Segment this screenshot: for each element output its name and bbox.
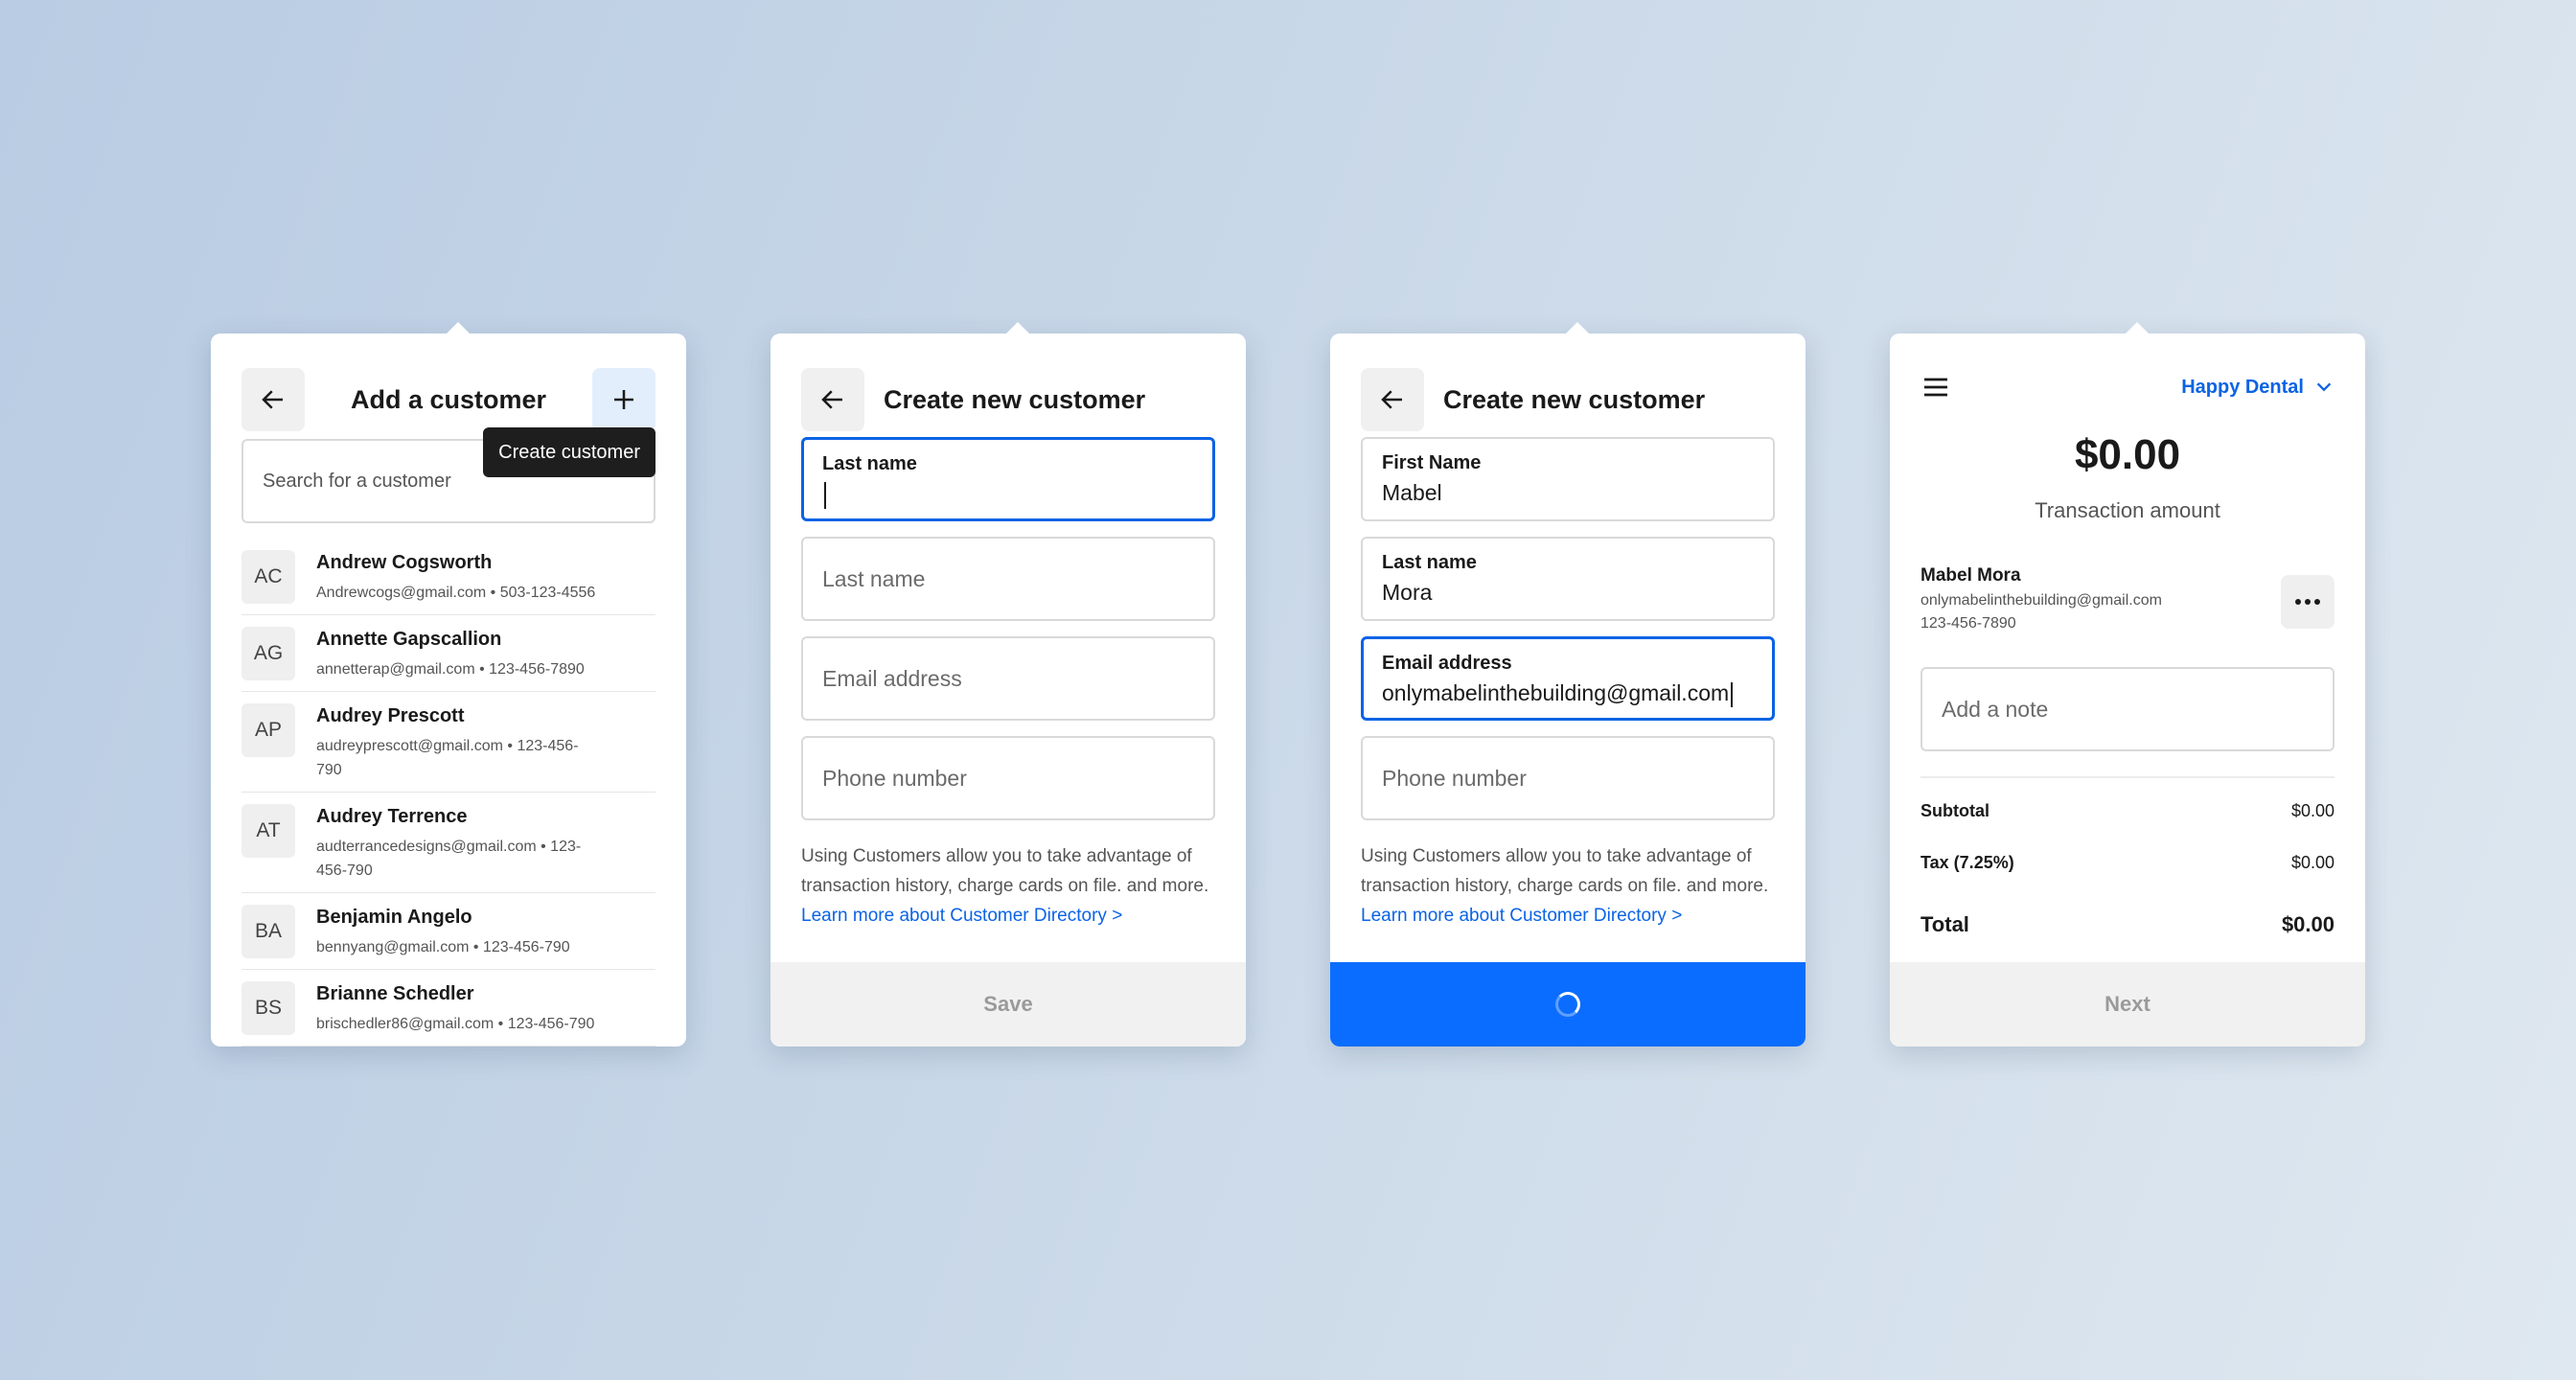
field-placeholder: Last name (822, 566, 926, 591)
business-name: Happy Dental (2181, 376, 2304, 398)
phone-field[interactable]: Phone number (801, 736, 1215, 820)
info-body: Using Customers allow you to take advant… (1361, 846, 1769, 896)
last-name-field[interactable]: Last name (801, 537, 1215, 621)
total-row: Total $0.00 (1920, 912, 2334, 937)
list-item[interactable]: AC Andrew Cogsworth Andrewcogs@gmail.com… (242, 539, 656, 615)
next-button[interactable]: Next (1890, 962, 2365, 1046)
field-placeholder: Add a note (1942, 697, 2049, 722)
more-icon (2295, 599, 2320, 605)
email-field[interactable]: Email address onlymabelinthebuilding@gma… (1361, 636, 1775, 721)
save-button[interactable]: Save (770, 962, 1246, 1046)
email-value: onlymabelinthebuilding@gmail.com (1382, 680, 1730, 705)
create-customer-panel-empty: Create new customer Last name Last name … (770, 322, 1246, 1046)
field-placeholder: Phone number (822, 766, 967, 791)
customer-name: Mabel Mora (1920, 565, 2021, 586)
hamburger-icon[interactable] (1920, 372, 1951, 402)
customer-phone: 123-456-7890 (1920, 615, 2016, 632)
plus-icon (614, 390, 633, 409)
list-item[interactable]: AG Annette Gapscallion annetterap@gmail.… (242, 615, 656, 692)
back-button[interactable] (801, 368, 864, 431)
text-caret (1731, 681, 1734, 707)
selected-customer: Mabel Mora onlymabelinthebuilding@gmail.… (1920, 565, 2162, 632)
add-customer-panel: Add a customer Search for a customer Cre… (211, 322, 686, 1046)
info-body: Using Customers allow you to take advant… (801, 846, 1209, 896)
customer-detail: audreyprescott@gmail.com • 123-456-790 (316, 738, 579, 778)
field-label: Last name (822, 453, 917, 474)
customer-name: Audrey Terrence (316, 806, 468, 827)
customer-detail: bennyang@gmail.com • 123-456-790 (316, 939, 570, 955)
tax-label: Tax (7.25%) (1920, 853, 2014, 872)
business-selector[interactable]: Happy Dental (2181, 368, 2334, 406)
tax-value: $0.00 (2290, 853, 2334, 872)
avatar: AG (242, 627, 295, 680)
field-value: Mabel (1382, 480, 1442, 505)
info-text: Using Customers allow you to take advant… (801, 841, 1215, 931)
list-item[interactable]: AP Audrey Prescott audreyprescott@gmail.… (242, 692, 656, 793)
last-name-field[interactable]: Last name Mora (1361, 537, 1775, 621)
tax-row: Tax (7.25%) $0.00 (1920, 853, 2334, 873)
total-label: Total (1920, 912, 1969, 936)
create-customer-tooltip: Create customer (483, 427, 656, 477)
subtotal-value: $0.00 (2290, 801, 2334, 820)
customer-name: Audrey Prescott (316, 705, 465, 726)
info-text: Using Customers allow you to take advant… (1361, 841, 1775, 931)
note-field[interactable]: Add a note (1920, 667, 2334, 751)
page-title: Create new customer (1443, 385, 1706, 414)
arrow-left-icon (821, 390, 842, 409)
customer-name: Brianne Schedler (316, 983, 474, 1004)
spinner-icon (1555, 992, 1580, 1017)
first-name-field[interactable]: First Name Mabel (1361, 437, 1775, 521)
arrow-left-icon (1381, 390, 1402, 409)
list-item[interactable]: BA Benjamin Angelo bennyang@gmail.com • … (242, 893, 656, 970)
customer-name: Annette Gapscallion (316, 629, 502, 650)
customer-email: onlymabelinthebuilding@gmail.com (1920, 592, 2162, 609)
customer-more-button[interactable] (2281, 575, 2334, 629)
avatar: AP (242, 703, 295, 757)
checkout-panel: Happy Dental $0.00 Transaction amount Ma… (1890, 322, 2365, 1046)
list-item[interactable]: BS Brianne Schedler brischedler86@gmail.… (242, 970, 656, 1046)
phone-field[interactable]: Phone number (1361, 736, 1775, 820)
learn-more-link[interactable]: Learn more about Customer Directory > (1361, 906, 1682, 926)
customer-detail: Andrewcogs@gmail.com • 503-123-4556 (316, 585, 596, 601)
first-name-field[interactable]: Last name (801, 437, 1215, 521)
save-button-loading[interactable] (1330, 962, 1806, 1046)
customer-detail: annetterap@gmail.com • 123-456-7890 (316, 661, 585, 678)
transaction-amount: $0.00 (2074, 431, 2181, 478)
avatar: AC (242, 550, 295, 604)
page-title: Create new customer (884, 385, 1146, 414)
customer-detail: audterrancedesigns@gmail.com • 123-456-7… (316, 839, 582, 879)
chevron-down-icon (2316, 382, 2332, 392)
field-label: Email address (1382, 653, 1512, 674)
list-item[interactable]: AT Audrey Terrence audterrancedesigns@gm… (242, 793, 656, 893)
email-field[interactable]: Email address (801, 636, 1215, 721)
field-label: First Name (1382, 452, 1482, 473)
subtotal-label: Subtotal (1920, 801, 1990, 820)
customer-list: AC Andrew Cogsworth Andrewcogs@gmail.com… (242, 539, 656, 1046)
divider (1920, 776, 2334, 778)
customer-name: Andrew Cogsworth (316, 552, 493, 573)
transaction-amount-label: Transaction amount (2035, 498, 2220, 522)
field-placeholder: Email address (822, 666, 962, 691)
customer-name: Benjamin Angelo (316, 907, 472, 928)
field-value: onlymabelinthebuilding@gmail.com (1382, 680, 1754, 707)
avatar: BS (242, 981, 295, 1035)
field-placeholder: Phone number (1382, 766, 1527, 791)
subtotal-row: Subtotal $0.00 (1920, 801, 2334, 821)
text-caret (824, 481, 826, 509)
create-customer-button[interactable] (592, 368, 656, 431)
create-customer-panel-filled: Create new customer First Name Mabel Las… (1330, 322, 1806, 1046)
avatar: BA (242, 905, 295, 958)
total-value: $0.00 (2281, 912, 2334, 936)
field-label: Last name (1382, 552, 1477, 573)
customer-detail: brischedler86@gmail.com • 123-456-790 (316, 1016, 595, 1032)
field-value: Mora (1382, 580, 1433, 605)
avatar: AT (242, 804, 295, 858)
back-button[interactable] (1361, 368, 1424, 431)
learn-more-link[interactable]: Learn more about Customer Directory > (801, 906, 1122, 926)
field-value (822, 481, 1194, 509)
